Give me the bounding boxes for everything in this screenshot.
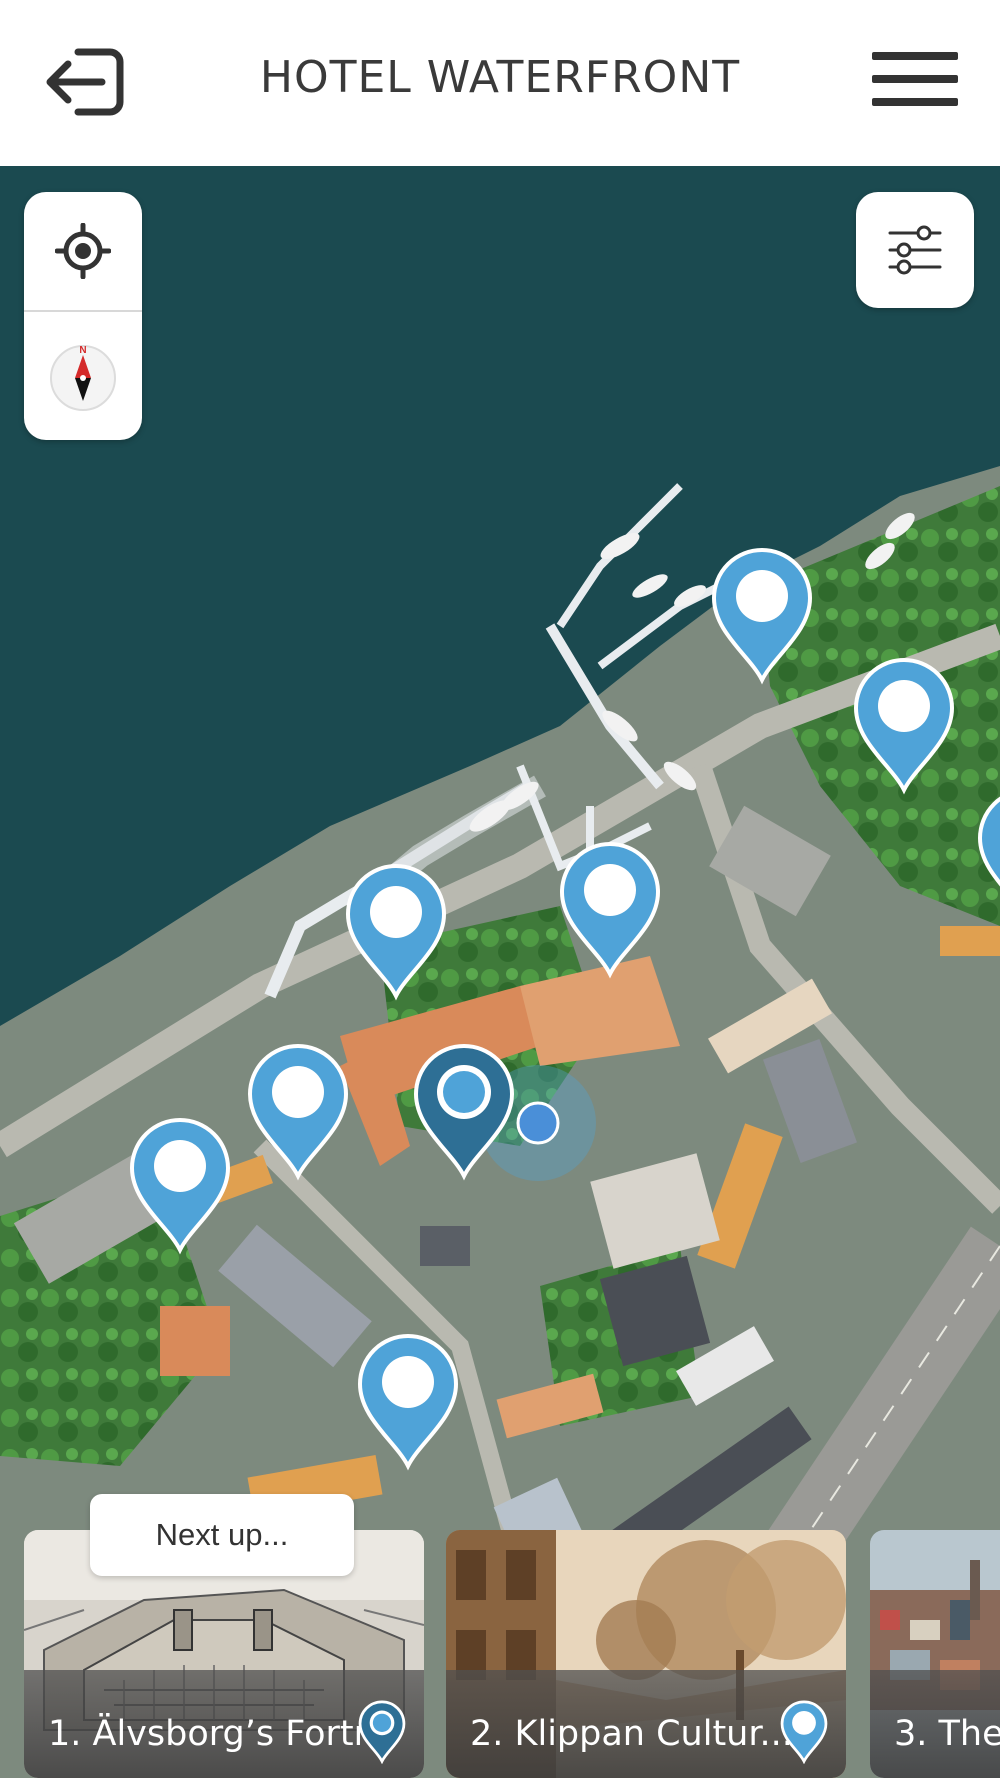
locate-me-button[interactable] bbox=[24, 192, 142, 310]
tour-card-2[interactable]: 2. Klippan Cultur... bbox=[446, 1530, 846, 1778]
sliders-filter-icon bbox=[888, 225, 942, 275]
page-title: HOTEL WATERFRONT bbox=[259, 52, 741, 103]
compass-button[interactable]: N bbox=[24, 312, 142, 440]
crosshair-locate-icon bbox=[55, 223, 111, 279]
map-pin[interactable] bbox=[246, 1042, 350, 1182]
tour-card-3[interactable]: 3. The bbox=[870, 1530, 1000, 1778]
app-header: HOTEL WATERFRONT bbox=[0, 0, 1000, 166]
filter-button[interactable] bbox=[856, 192, 974, 308]
location-pin-icon bbox=[853, 658, 955, 795]
hamburger-menu-icon bbox=[872, 52, 958, 60]
location-pin-icon bbox=[711, 548, 813, 685]
compass-icon: N bbox=[50, 345, 116, 411]
card-title: 2. Klippan Cultur... bbox=[470, 1714, 793, 1754]
map-pin[interactable] bbox=[710, 546, 814, 686]
map-pin[interactable] bbox=[558, 840, 662, 980]
map-controls: N bbox=[24, 192, 142, 440]
location-pin-icon bbox=[358, 1700, 406, 1764]
compass-north-label: N bbox=[79, 345, 86, 356]
location-pin-icon bbox=[413, 1044, 515, 1181]
location-pin-icon bbox=[357, 1334, 459, 1471]
next-up-label: Next up... bbox=[90, 1494, 354, 1576]
card-title: 3. The bbox=[894, 1714, 1000, 1754]
map-pin[interactable] bbox=[976, 786, 1000, 926]
location-pin-icon bbox=[345, 864, 447, 1001]
location-pin-icon bbox=[129, 1118, 231, 1255]
map-pin[interactable] bbox=[356, 1332, 460, 1472]
map-pin-selected[interactable] bbox=[412, 1042, 516, 1182]
menu-button[interactable] bbox=[872, 52, 958, 112]
location-pin-icon bbox=[247, 1044, 349, 1181]
card-title: 1. Älvsborg’s Fortr.. bbox=[48, 1714, 388, 1754]
location-pin-icon bbox=[977, 796, 1000, 887]
location-pin-icon bbox=[780, 1700, 828, 1764]
map-pin[interactable] bbox=[852, 656, 956, 796]
map-pin[interactable] bbox=[344, 862, 448, 1002]
map-pin[interactable] bbox=[128, 1116, 232, 1256]
location-pin-icon bbox=[559, 842, 661, 979]
